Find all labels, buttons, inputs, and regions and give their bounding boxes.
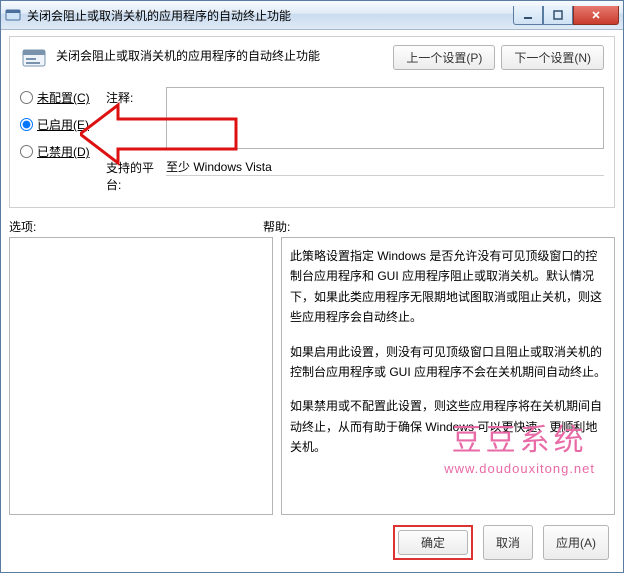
previous-setting-button[interactable]: 上一个设置(P) (393, 45, 495, 70)
settings-card: 关闭会阻止或取消关机的应用程序的自动终止功能 上一个设置(P) 下一个设置(N)… (9, 36, 615, 208)
help-paragraph: 此策略设置指定 Windows 是否允许没有可见顶级窗口的控制台应用程序和 GU… (290, 246, 606, 328)
radio-enabled[interactable]: 已启用(E) (20, 116, 106, 133)
window-buttons (513, 6, 619, 25)
radio-disabled-label: 已禁用(D) (37, 143, 90, 160)
help-paragraph: 如果启用此设置，则没有可见顶级窗口且阻止或取消关机的控制台应用程序或 GUI 应… (290, 342, 606, 383)
radio-not-configured[interactable]: 未配置(C) (20, 89, 106, 106)
help-label: 帮助: (263, 218, 290, 235)
dialog-window: 关闭会阻止或取消关机的应用程序的自动终止功能 关闭会阻止或取消关机的应用程序的自… (0, 0, 624, 573)
comment-label: 注释: (106, 87, 166, 106)
titlebar[interactable]: 关闭会阻止或取消关机的应用程序的自动终止功能 (1, 1, 623, 30)
help-paragraph: 如果禁用或不配置此设置，则这些应用程序将在关机期间自动终止，从而有助于确保 Wi… (290, 396, 606, 457)
policy-title: 关闭会阻止或取消关机的应用程序的自动终止功能 (56, 45, 385, 64)
ok-highlight: 确定 (393, 525, 473, 560)
help-pane[interactable]: 此策略设置指定 Windows 是否允许没有可见顶级窗口的控制台应用程序和 GU… (281, 237, 615, 515)
cancel-button[interactable]: 取消 (483, 525, 533, 560)
options-pane[interactable] (9, 237, 273, 515)
close-button[interactable] (573, 6, 619, 25)
next-setting-button[interactable]: 下一个设置(N) (501, 45, 604, 70)
radio-disabled-input[interactable] (20, 145, 33, 158)
state-radio-group: 未配置(C) 已启用(E) 已禁用(D) (20, 87, 106, 201)
radio-not-configured-label: 未配置(C) (37, 89, 90, 106)
radio-enabled-label: 已启用(E) (37, 116, 89, 133)
window-title: 关闭会阻止或取消关机的应用程序的自动终止功能 (27, 7, 513, 24)
client-area: 关闭会阻止或取消关机的应用程序的自动终止功能 上一个设置(P) 下一个设置(N)… (1, 30, 623, 572)
radio-not-configured-input[interactable] (20, 91, 33, 104)
comment-input[interactable] (166, 87, 604, 149)
platform-value (166, 157, 604, 176)
radio-disabled[interactable]: 已禁用(D) (20, 143, 106, 160)
ok-button[interactable]: 确定 (398, 530, 468, 555)
platform-label: 支持的平台: (106, 157, 166, 193)
minimize-button[interactable] (513, 6, 543, 25)
radio-enabled-input[interactable] (20, 118, 33, 131)
policy-icon (20, 45, 48, 73)
app-icon (5, 7, 21, 23)
options-label: 选项: (9, 218, 263, 235)
dialog-footer: 确定 取消 应用(A) (9, 515, 615, 564)
apply-button[interactable]: 应用(A) (543, 525, 609, 560)
maximize-button[interactable] (543, 6, 573, 25)
